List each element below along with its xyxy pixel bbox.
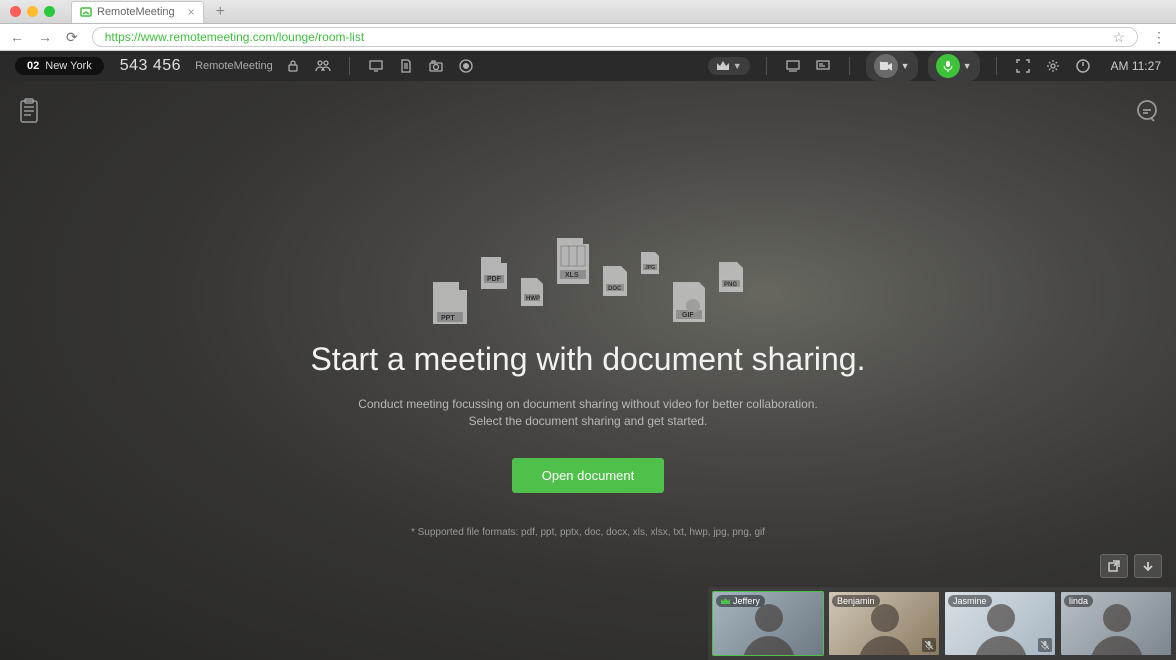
- back-button[interactable]: ←: [10, 29, 24, 45]
- url-input[interactable]: https://www.remotemeeting.com/lounge/roo…: [92, 27, 1138, 47]
- record-icon[interactable]: [456, 56, 476, 76]
- participant-tile[interactable]: linda: [1060, 591, 1172, 656]
- crown-dropdown[interactable]: ▼: [708, 57, 750, 75]
- svg-text:DOC: DOC: [608, 286, 622, 292]
- monitor-icon[interactable]: [783, 56, 803, 76]
- room-location: New York: [45, 60, 91, 72]
- svg-text:JPG: JPG: [645, 265, 655, 271]
- svg-text:PNG: PNG: [724, 282, 737, 288]
- tab-title: RemoteMeeting: [97, 6, 175, 18]
- participant-tile[interactable]: Jeffery: [712, 591, 824, 656]
- close-window-button[interactable]: [10, 6, 21, 17]
- svg-text:PPT: PPT: [441, 315, 455, 322]
- reload-button[interactable]: ⟳: [66, 29, 78, 46]
- room-name: RemoteMeeting: [195, 60, 273, 72]
- lock-icon[interactable]: [283, 56, 303, 76]
- separator: [849, 57, 850, 75]
- room-badge[interactable]: 02 New York: [15, 57, 104, 75]
- document-icon[interactable]: [396, 56, 416, 76]
- whiteboard-icon[interactable]: [813, 56, 833, 76]
- app-viewport: 02 New York 543 456 RemoteMeeting ▼ ▼: [0, 51, 1176, 660]
- page-subtitle: Conduct meeting focussing on document sh…: [188, 396, 988, 430]
- room-id: 543 456: [120, 57, 181, 75]
- fullscreen-icon[interactable]: [1013, 56, 1033, 76]
- app-tab-icon: [80, 6, 92, 18]
- window-chrome: RemoteMeeting × +: [0, 0, 1176, 24]
- close-tab-button[interactable]: ×: [188, 5, 195, 19]
- supported-formats-text: * Supported file formats: pdf, ppt, pptx…: [188, 527, 988, 538]
- separator: [996, 57, 997, 75]
- main-content: PPT PDF HWP XLS DOC JPG GIF PNG Start a …: [188, 226, 988, 538]
- video-toggle[interactable]: ▼: [866, 51, 918, 81]
- screen-share-icon[interactable]: [366, 56, 386, 76]
- muted-icon: [922, 638, 936, 652]
- open-document-button[interactable]: Open document: [512, 458, 665, 493]
- minimize-window-button[interactable]: [27, 6, 38, 17]
- app-topbar: 02 New York 543 456 RemoteMeeting ▼ ▼: [0, 51, 1176, 81]
- collapse-button[interactable]: [1134, 554, 1162, 578]
- participants-strip: Jeffery Benjamin Jasmine linda: [708, 587, 1176, 660]
- chat-panel-button[interactable]: [1132, 96, 1162, 126]
- participant-tile[interactable]: Benjamin: [828, 591, 940, 656]
- forward-button[interactable]: →: [38, 29, 52, 45]
- popout-button[interactable]: [1100, 554, 1128, 578]
- video-off-icon: [879, 61, 893, 71]
- address-bar: ← → ⟳ https://www.remotemeeting.com/loun…: [0, 24, 1176, 51]
- participant-tile[interactable]: Jasmine: [944, 591, 1056, 656]
- maximize-window-button[interactable]: [44, 6, 55, 17]
- crown-icon: [716, 60, 730, 72]
- mic-toggle[interactable]: ▼: [928, 51, 980, 81]
- browser-menu-button[interactable]: ⋮: [1152, 29, 1166, 46]
- camera-icon[interactable]: [426, 56, 446, 76]
- page-title: Start a meeting with document sharing.: [188, 341, 988, 378]
- exit-icon[interactable]: [1073, 56, 1093, 76]
- separator: [766, 57, 767, 75]
- browser-tab[interactable]: RemoteMeeting ×: [71, 1, 204, 23]
- room-count: 02: [27, 60, 39, 72]
- svg-text:GIF: GIF: [682, 312, 694, 319]
- clock-time: AM 11:27: [1111, 59, 1161, 73]
- muted-icon: [1038, 638, 1052, 652]
- participant-name: Jasmine: [948, 595, 992, 607]
- url-text: https://www.remotemeeting.com/lounge/roo…: [105, 30, 364, 44]
- separator: [349, 57, 350, 75]
- svg-text:XLS: XLS: [565, 272, 579, 279]
- participant-name: Jeffery: [716, 595, 765, 607]
- svg-text:HWP: HWP: [526, 296, 540, 302]
- clipboard-panel-button[interactable]: [14, 96, 44, 126]
- participant-name: Benjamin: [832, 595, 880, 607]
- host-crown-icon: [721, 597, 730, 605]
- settings-icon[interactable]: [1043, 56, 1063, 76]
- mic-icon: [943, 60, 953, 72]
- participant-name: linda: [1064, 595, 1093, 607]
- bookmark-star-icon[interactable]: ☆: [1112, 29, 1125, 46]
- file-type-illustration: PPT PDF HWP XLS DOC JPG GIF PNG: [188, 226, 988, 316]
- participants-icon[interactable]: [313, 56, 333, 76]
- svg-text:PDF: PDF: [487, 276, 502, 283]
- new-tab-button[interactable]: +: [216, 3, 225, 21]
- bottom-actions: [1100, 554, 1162, 578]
